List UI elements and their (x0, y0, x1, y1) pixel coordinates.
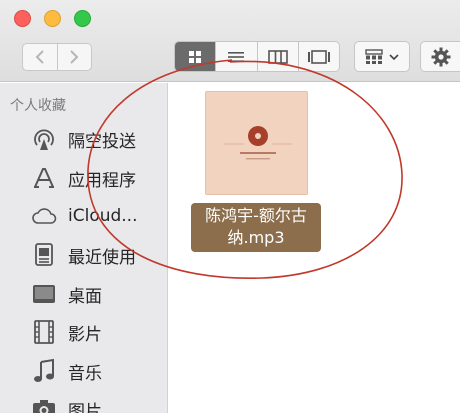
back-button[interactable] (23, 44, 57, 70)
chevron-down-icon (389, 53, 399, 60)
sidebar-item-recents[interactable]: 最近使用 (0, 237, 168, 273)
sidebar-item-applications[interactable]: 应用程序 (0, 160, 168, 196)
file-item[interactable]: 陈鸿宇-额尔古纳.mp3 (187, 87, 327, 257)
cover-flow-view-button[interactable] (297, 42, 339, 71)
column-view-icon (267, 49, 288, 64)
list-view-icon (228, 51, 245, 62)
arrange-button[interactable] (354, 41, 410, 72)
window-toolbar (0, 0, 460, 82)
zoom-window-button[interactable] (74, 10, 91, 27)
forward-button[interactable] (56, 44, 92, 70)
icon-view-button[interactable] (175, 42, 216, 71)
desktop-icon (30, 280, 58, 308)
column-view-button[interactable] (256, 42, 298, 71)
icon-view-icon (189, 50, 202, 63)
sidebar-item-pictures[interactable]: 图片 (0, 391, 168, 413)
view-mode-selector (174, 41, 340, 72)
audio-file-thumbnail[interactable] (205, 91, 308, 195)
sidebar-item-label: 最近使用 (68, 247, 136, 268)
sidebar-item-desktop[interactable]: 桌面 (0, 276, 168, 312)
gear-icon (431, 47, 451, 66)
file-browser-content: 陈鸿宇-额尔古纳.mp3 (169, 83, 460, 413)
minimize-window-button[interactable] (44, 10, 61, 27)
sidebar-item-movies[interactable]: 影片 (0, 314, 168, 350)
cover-flow-view-icon (307, 49, 330, 64)
airdrop-icon (30, 125, 58, 153)
arrange-grid-icon (365, 48, 383, 64)
music-icon (30, 357, 58, 385)
sidebar-item-label: 图片 (68, 401, 102, 413)
close-window-button[interactable] (14, 10, 31, 27)
chevron-left-icon (35, 50, 44, 64)
sidebar-heading-favorites: 个人收藏 (10, 98, 66, 114)
chevron-right-icon (70, 50, 79, 64)
navigation-buttons (22, 43, 92, 71)
sidebar-item-label: iCloud... (68, 206, 138, 226)
icloud-icon (30, 202, 58, 230)
movies-icon (30, 318, 58, 346)
list-view-button[interactable] (215, 42, 256, 71)
sidebar: 个人收藏 隔空投送 应用程序 iCloud... 最近使用 桌面 影片 音乐 图… (0, 83, 168, 413)
sidebar-item-label: 桌面 (68, 286, 102, 307)
pictures-icon (30, 395, 58, 413)
recents-icon (30, 241, 58, 269)
sidebar-item-icloud[interactable]: iCloud... (0, 198, 168, 234)
sidebar-item-music[interactable]: 音乐 (0, 353, 168, 389)
action-button[interactable] (420, 41, 460, 72)
sidebar-item-label: 影片 (68, 324, 102, 345)
sidebar-item-airdrop[interactable]: 隔空投送 (0, 121, 168, 157)
sidebar-item-label: 应用程序 (68, 170, 136, 191)
sidebar-item-label: 音乐 (68, 363, 102, 384)
sidebar-item-label: 隔空投送 (68, 131, 136, 152)
applications-icon (30, 164, 58, 192)
file-name-label[interactable]: 陈鸿宇-额尔古纳.mp3 (191, 203, 321, 252)
